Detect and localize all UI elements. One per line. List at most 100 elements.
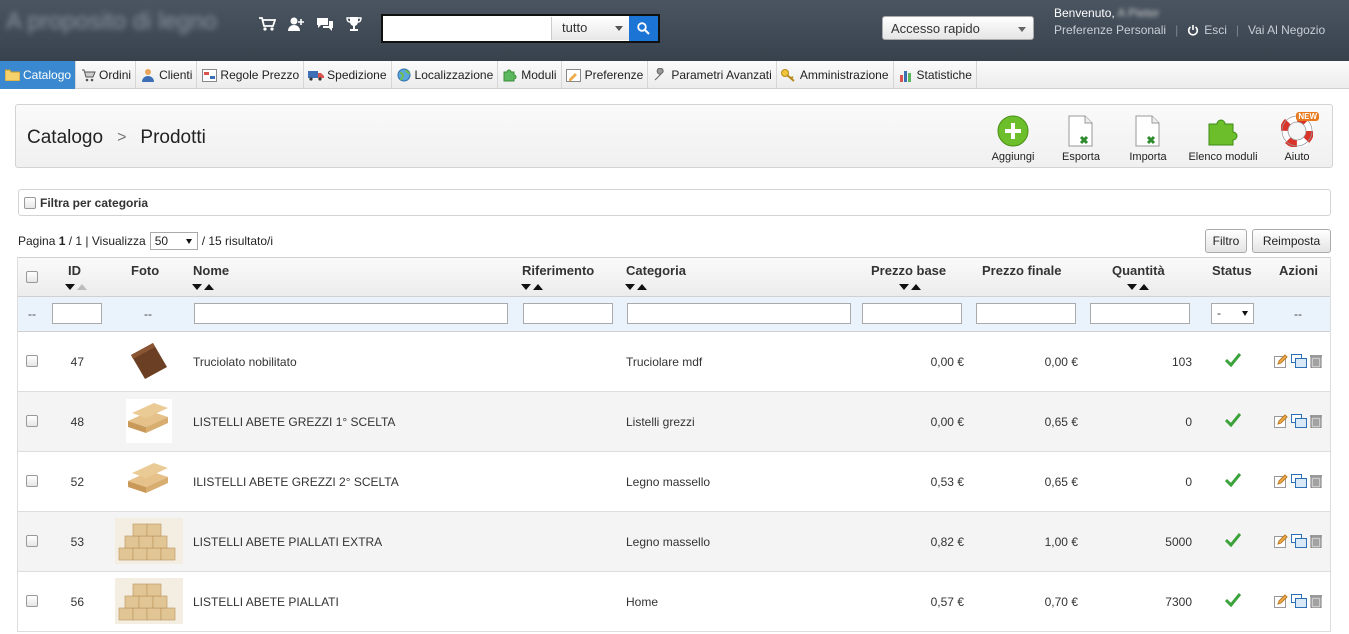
search-button[interactable] (629, 16, 658, 41)
table-row[interactable]: 52 ILISTELLI ABETE GREZZI 2° SCELTA Legn… (18, 452, 1330, 512)
power-icon[interactable] (1187, 24, 1199, 36)
help-button[interactable]: NEW Aiuto (1262, 112, 1332, 165)
row-checkbox[interactable] (26, 415, 38, 427)
status-enabled-icon[interactable] (1224, 593, 1242, 610)
category-filter-label[interactable]: Filtra per categoria (40, 196, 148, 210)
duplicate-icon[interactable] (1291, 474, 1307, 491)
row-checkbox[interactable] (26, 535, 38, 547)
import-button[interactable]: Importa (1113, 115, 1183, 165)
duplicate-icon[interactable] (1291, 414, 1307, 431)
breadcrumb-section[interactable]: Catalogo (27, 127, 103, 149)
sort-desc-icon[interactable] (65, 284, 75, 290)
filter-category-input[interactable] (627, 303, 851, 324)
sort-asc-icon[interactable] (911, 284, 921, 290)
sort-asc-icon[interactable] (1139, 284, 1149, 290)
duplicate-icon[interactable] (1291, 354, 1307, 371)
filter-quantity-input[interactable] (1090, 303, 1190, 324)
sort-asc-icon[interactable] (637, 284, 647, 290)
sort-desc-icon[interactable] (521, 284, 531, 290)
table-row[interactable]: 47 Truciolato nobilitato Truciolare mdf … (18, 332, 1330, 392)
shop-name[interactable]: A proposito di legno (6, 8, 217, 36)
sort-quantity[interactable] (1127, 284, 1149, 290)
tab-preferenze[interactable]: Preferenze (562, 61, 649, 89)
filter-button[interactable]: Filtro (1205, 229, 1247, 253)
product-thumbnail[interactable] (115, 338, 183, 384)
sort-asc-icon[interactable] (77, 284, 87, 290)
search-input[interactable] (383, 16, 551, 41)
sort-desc-icon[interactable] (1127, 284, 1137, 290)
tab-parametri-avanzati[interactable]: Parametri Avanzati (648, 61, 777, 89)
edit-icon[interactable] (1274, 354, 1288, 371)
status-enabled-icon[interactable] (1224, 413, 1242, 430)
delete-icon[interactable] (1310, 474, 1322, 491)
trophy-icon[interactable] (345, 15, 363, 33)
sort-desc-icon[interactable] (625, 284, 635, 290)
reset-button[interactable]: Reimposta (1252, 229, 1331, 253)
filter-base-price-input[interactable] (862, 303, 962, 324)
new-customer-icon[interactable] (287, 15, 305, 33)
table-row[interactable]: 56 LISTELLI ABETE PIALLATI Home 0,57 € 0… (18, 572, 1330, 632)
tab-spedizione[interactable]: Spedizione (304, 61, 392, 89)
add-button[interactable]: Aggiungi (978, 115, 1048, 165)
delete-icon[interactable] (1310, 594, 1322, 611)
tab-clienti[interactable]: Clienti (136, 61, 198, 89)
category-filter-checkbox[interactable] (24, 196, 36, 209)
delete-icon[interactable] (1310, 414, 1322, 431)
duplicate-icon[interactable] (1291, 534, 1307, 551)
cart-icon[interactable] (258, 15, 276, 33)
edit-icon[interactable] (1274, 594, 1288, 611)
cell-name[interactable]: LISTELLI ABETE GREZZI 1° SCELTA (193, 415, 395, 429)
cell-name[interactable]: Truciolato nobilitato (193, 355, 297, 369)
sort-desc-icon[interactable] (192, 284, 202, 290)
tab-moduli[interactable]: Moduli (498, 61, 562, 89)
logout-link[interactable]: Esci (1204, 23, 1227, 37)
shop-link[interactable]: Vai Al Negozio (1248, 23, 1325, 37)
cell-name[interactable]: ILISTELLI ABETE GREZZI 2° SCELTA (193, 475, 399, 489)
sort-desc-icon[interactable] (899, 284, 909, 290)
sort-id[interactable] (65, 284, 87, 290)
delete-icon[interactable] (1310, 354, 1322, 371)
sort-category[interactable] (625, 284, 647, 290)
modules-list-button[interactable]: Elenco moduli (1187, 115, 1259, 165)
select-all-checkbox[interactable] (26, 271, 38, 283)
edit-icon[interactable] (1274, 534, 1288, 551)
preferences-link[interactable]: Preferenze Personali (1054, 23, 1166, 37)
filter-id-input[interactable] (52, 303, 102, 324)
per-page-select[interactable]: 50 (149, 232, 198, 250)
filter-name-input[interactable] (194, 303, 508, 324)
row-checkbox[interactable] (26, 595, 38, 607)
product-thumbnail[interactable] (115, 398, 183, 444)
tab-catalogo[interactable]: Catalogo (0, 61, 77, 89)
cell-name[interactable]: LISTELLI ABETE PIALLATI EXTRA (193, 535, 382, 549)
delete-icon[interactable] (1310, 534, 1322, 551)
quick-access-select[interactable]: Accesso rapido (882, 16, 1034, 40)
tab-localizzazione[interactable]: Localizzazione (392, 61, 499, 89)
product-thumbnail[interactable] (115, 458, 183, 504)
tab-regole-prezzo[interactable]: Regole Prezzo (197, 61, 305, 89)
product-thumbnail[interactable] (115, 578, 183, 624)
tab-amministrazione[interactable]: Amministrazione (777, 61, 894, 89)
sort-asc-icon[interactable] (533, 284, 543, 290)
sort-asc-icon[interactable] (204, 284, 214, 290)
table-row[interactable]: 48 LISTELLI ABETE GREZZI 1° SCELTA Liste… (18, 392, 1330, 452)
export-button[interactable]: Esporta (1046, 115, 1116, 165)
duplicate-icon[interactable] (1291, 594, 1307, 611)
row-checkbox[interactable] (26, 355, 38, 367)
cell-name[interactable]: LISTELLI ABETE PIALLATI (193, 595, 339, 609)
filter-reference-input[interactable] (523, 303, 613, 324)
filter-status-select[interactable]: - (1211, 303, 1254, 324)
product-thumbnail[interactable] (115, 518, 183, 564)
messages-icon[interactable] (316, 15, 334, 33)
tab-ordini[interactable]: Ordini (76, 61, 137, 89)
row-checkbox[interactable] (26, 475, 38, 487)
search-scope-select[interactable]: tutto (551, 17, 629, 40)
table-row[interactable]: 53 LISTELLI ABETE PIALLATI EXTRA Legno m… (18, 512, 1330, 572)
edit-icon[interactable] (1274, 474, 1288, 491)
filter-final-price-input[interactable] (976, 303, 1076, 324)
status-enabled-icon[interactable] (1224, 473, 1242, 490)
tab-statistiche[interactable]: Statistiche (894, 61, 977, 89)
sort-name[interactable] (192, 284, 214, 290)
sort-reference[interactable] (521, 284, 543, 290)
status-enabled-icon[interactable] (1224, 533, 1242, 550)
status-enabled-icon[interactable] (1224, 353, 1242, 370)
